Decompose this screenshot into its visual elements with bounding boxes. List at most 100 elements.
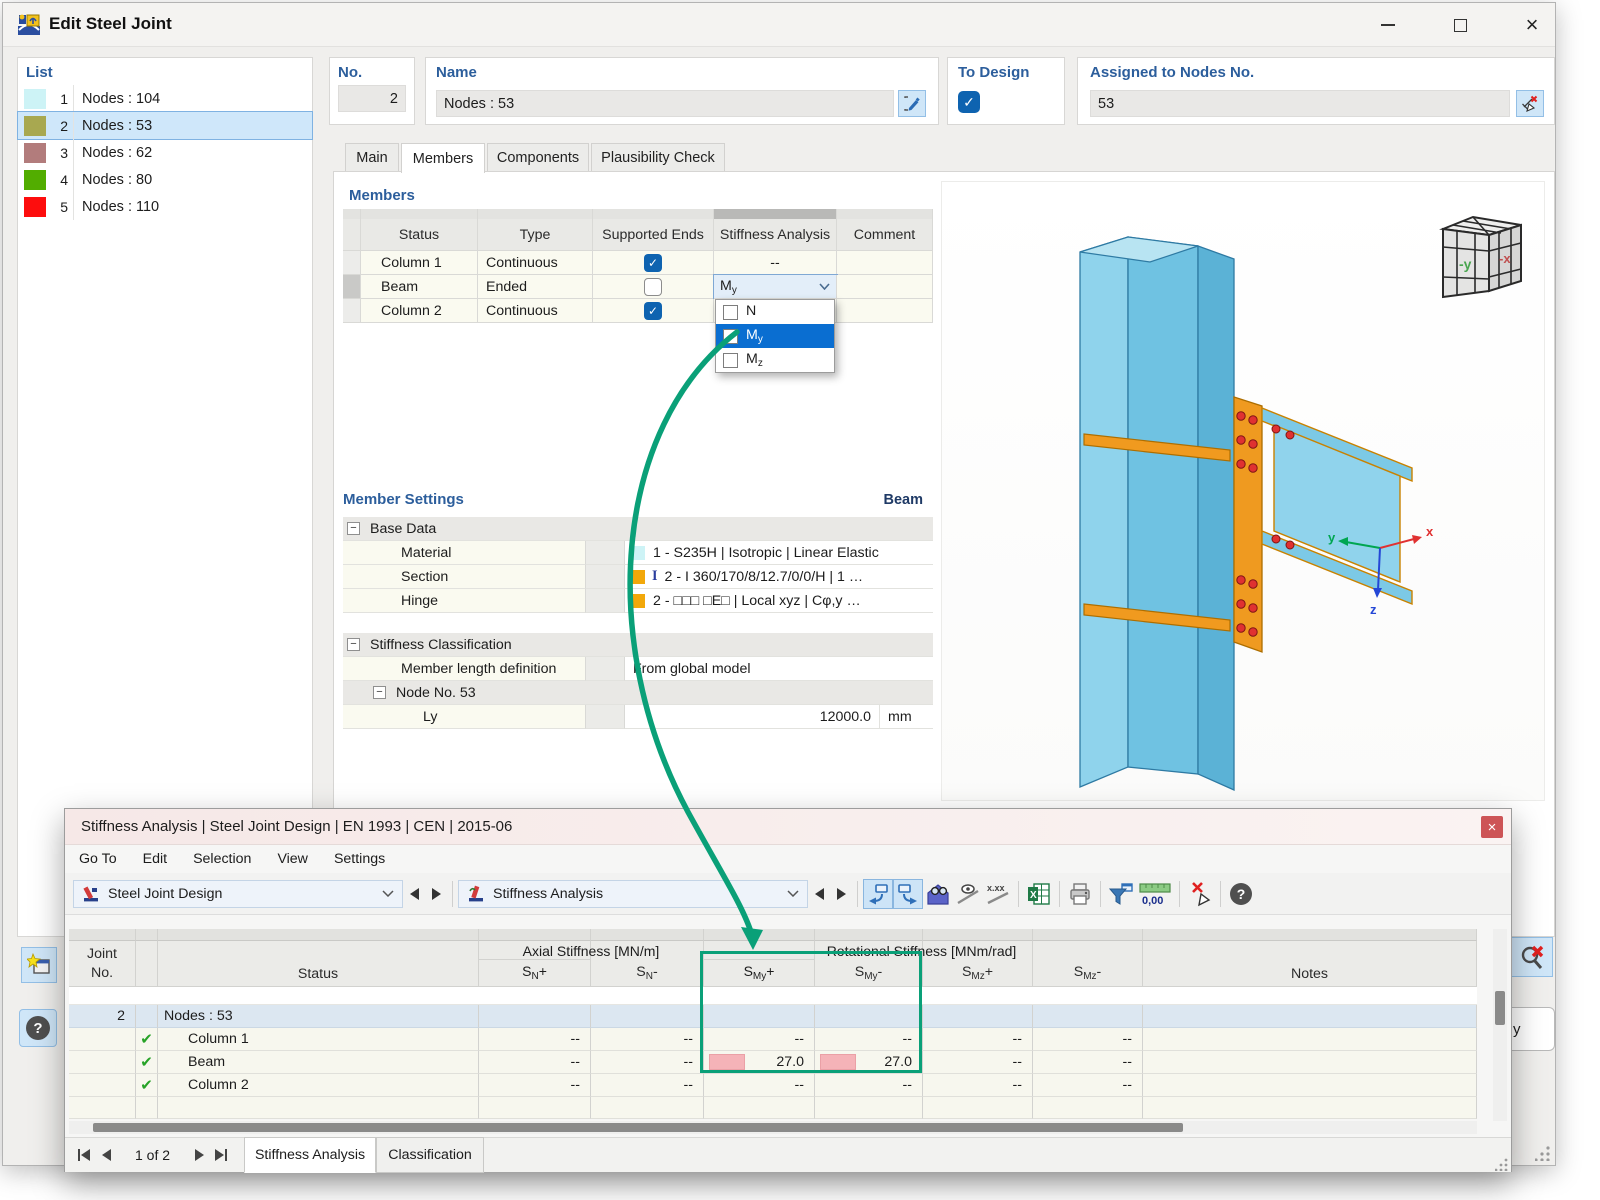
assigned-nodes-input[interactable]: 53 <box>1090 90 1510 117</box>
menu-view[interactable]: View <box>277 851 308 867</box>
list-item[interactable]: 5 Nodes : 110 <box>18 193 312 220</box>
tree-row-hinge[interactable]: Hinge 2 - □□□ □E□ | Local xyz | Cφ,y … <box>343 589 933 613</box>
option-checkbox[interactable] <box>723 305 738 320</box>
first-page-button[interactable] <box>73 1141 95 1169</box>
dropdown-option-my[interactable]: ✓ My <box>716 324 834 348</box>
results-close-button[interactable]: × <box>1481 816 1503 838</box>
member-row-column1[interactable]: Column 1 Continuous ✓ -- <box>343 251 933 275</box>
previous-module-button[interactable] <box>403 880 425 908</box>
result-type-combobox[interactable]: Stiffness Analysis <box>458 880 808 908</box>
new-joint-button[interactable] <box>21 947 57 983</box>
col-header-stiffness-analysis[interactable]: Stiffness Analysis <box>714 219 837 251</box>
supported-ends-checkbox[interactable]: ✓ <box>644 302 662 320</box>
supported-ends-checkbox[interactable] <box>644 278 662 296</box>
design-module-combobox[interactable]: Steel Joint Design <box>73 880 403 908</box>
list-item[interactable]: 4 Nodes : 80 <box>18 166 312 193</box>
tab-plausibility-check[interactable]: Plausibility Check <box>591 143 725 172</box>
tree-row-material[interactable]: Material 1 - S235H | Isotropic | Linear … <box>343 541 933 565</box>
tree-group-node-53[interactable]: −Node No. 53 <box>343 681 933 705</box>
horizontal-scrollbar[interactable] <box>69 1121 1477 1134</box>
stiffness-analysis-combobox[interactable]: My <box>714 275 837 299</box>
tree-group-stiffness-classification[interactable]: −Stiffness Classification <box>343 633 933 657</box>
vertical-scrollbar[interactable] <box>1493 929 1507 1121</box>
list-item[interactable]: 1 Nodes : 104 <box>18 85 312 112</box>
last-page-button[interactable] <box>210 1141 232 1169</box>
to-design-checkbox[interactable]: ✓ <box>958 91 980 113</box>
member-row-beam[interactable]: Beam Ended My <box>343 275 933 299</box>
menu-settings[interactable]: Settings <box>334 851 385 867</box>
tab-main[interactable]: Main <box>345 143 399 172</box>
no-input[interactable]: 2 <box>338 85 406 112</box>
dropdown-option-mz[interactable]: Mz <box>716 348 834 372</box>
col-header-status[interactable]: Status <box>361 219 478 251</box>
result-row-column2[interactable]: ✔ Column 2 -- -- -- -- -- -- <box>69 1074 1477 1097</box>
col-header-status[interactable]: Status <box>158 941 479 987</box>
close-button[interactable]: × <box>1517 11 1547 39</box>
vertical-scrollbar-thumb[interactable] <box>1495 991 1505 1025</box>
menu-selection[interactable]: Selection <box>193 851 251 867</box>
col-header-joint-no[interactable]: JointNo. <box>69 941 136 987</box>
joint-3d-viewport[interactable]: y x z -y -x <box>941 181 1545 801</box>
results-help-button[interactable]: ? <box>1226 879 1256 909</box>
deactivate-zoom-button[interactable] <box>1511 937 1553 977</box>
collapse-icon[interactable]: − <box>347 522 360 535</box>
dialog-help-button[interactable]: ? <box>19 1009 57 1047</box>
dialog-resize-grip[interactable] <box>1535 1145 1551 1161</box>
name-input[interactable]: Nodes : 53 <box>436 90 894 117</box>
col-header-sn-plus[interactable]: SN+ <box>479 959 590 982</box>
name-group: Name Nodes : 53 <box>425 57 939 125</box>
select-nodes-button[interactable] <box>1516 90 1544 117</box>
page-indicator: 1 of 2 <box>135 1147 170 1163</box>
funnel-icon <box>1108 881 1134 907</box>
decimal-places-button[interactable]: x.xx <box>983 879 1013 909</box>
jump-to-model-button[interactable] <box>863 879 893 909</box>
next-page-button[interactable] <box>188 1141 210 1169</box>
show-values-button[interactable] <box>953 879 983 909</box>
list-item-selected[interactable]: 2 Nodes : 53 <box>18 112 312 139</box>
title-bar: Edit Steel Joint × <box>3 3 1555 47</box>
minimize-button[interactable] <box>1373 11 1403 39</box>
menu-edit[interactable]: Edit <box>143 851 167 867</box>
menu-go-to[interactable]: Go To <box>79 851 117 867</box>
result-decimals-button[interactable]: 0,00 <box>1136 879 1174 909</box>
previous-result-button[interactable] <box>808 880 830 908</box>
view-mode-button[interactable] <box>923 879 953 909</box>
list-item[interactable]: 3 Nodes : 62 <box>18 139 312 166</box>
dropdown-option-n[interactable]: N <box>716 300 834 324</box>
bottom-tab-classification[interactable]: Classification <box>376 1137 484 1173</box>
col-header-supported-ends[interactable]: Supported Ends <box>593 219 714 251</box>
tab-label: Plausibility Check <box>601 150 715 166</box>
tab-members[interactable]: Members <box>401 143 485 173</box>
collapse-icon[interactable]: − <box>373 686 386 699</box>
row-handle-header <box>343 219 361 251</box>
collapse-icon[interactable]: − <box>347 638 360 651</box>
next-result-button[interactable] <box>830 880 852 908</box>
print-button[interactable] <box>1065 879 1095 909</box>
tree-row-ly[interactable]: Ly 12000.0 mm <box>343 705 933 729</box>
option-checkbox[interactable] <box>723 353 738 368</box>
tree-row-section[interactable]: Section I 2 - I 360/170/8/12.7/0/0/H | 1… <box>343 565 933 589</box>
filter-button[interactable] <box>1106 879 1136 909</box>
next-module-button[interactable] <box>425 880 447 908</box>
col-header-comment[interactable]: Comment <box>837 219 933 251</box>
delete-results-button[interactable] <box>1185 879 1215 909</box>
col-header-type[interactable]: Type <box>478 219 593 251</box>
option-checkbox[interactable]: ✓ <box>723 329 738 344</box>
tree-row-member-length[interactable]: Member length definition From global mod… <box>343 657 933 681</box>
jump-from-model-button[interactable] <box>893 879 923 909</box>
bottom-tab-stiffness-analysis[interactable]: Stiffness Analysis <box>244 1137 376 1173</box>
tree-group-base-data[interactable]: −Base Data <box>343 517 933 541</box>
tab-components[interactable]: Components <box>487 143 589 172</box>
rename-button[interactable] <box>898 90 926 117</box>
horizontal-scrollbar-thumb[interactable] <box>93 1123 1183 1132</box>
maximize-button[interactable] <box>1445 11 1475 39</box>
navigation-cube[interactable]: -y -x <box>1429 207 1531 303</box>
previous-page-button[interactable] <box>95 1141 117 1169</box>
pencil-icon <box>903 95 921 113</box>
overlay-resize-grip[interactable] <box>1495 1157 1509 1171</box>
export-excel-button[interactable]: X <box>1024 879 1054 909</box>
apply-button-fragment[interactable]: y <box>1509 1007 1555 1051</box>
member-row-column2[interactable]: Column 2 Continuous ✓ <box>343 299 933 323</box>
supported-ends-checkbox[interactable]: ✓ <box>644 254 662 272</box>
col-header-notes[interactable]: Notes <box>1143 941 1477 987</box>
